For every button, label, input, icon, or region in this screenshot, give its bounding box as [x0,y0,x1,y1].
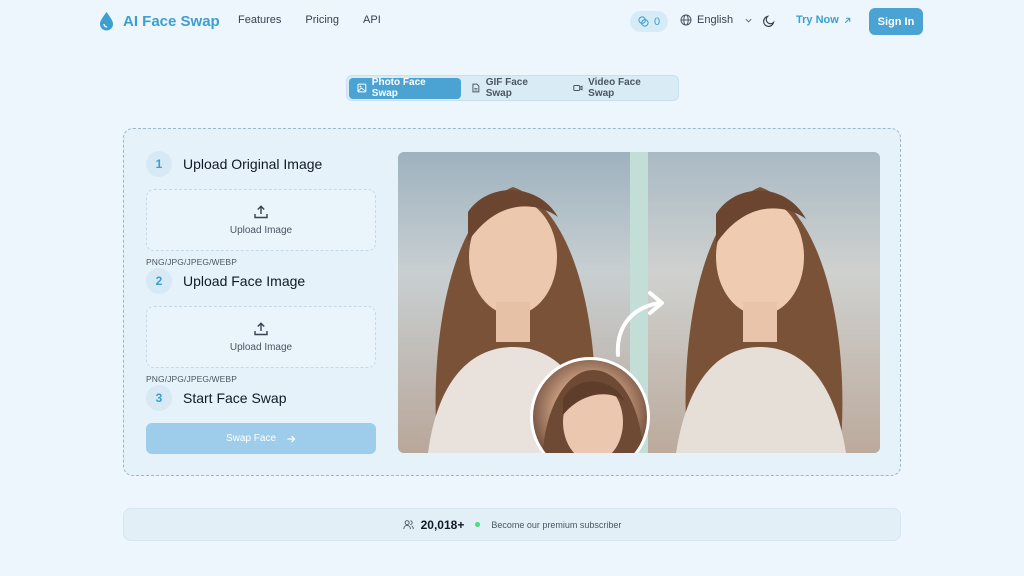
upload-original-dropzone[interactable]: Upload Image [146,189,376,251]
portrait-illustration [676,187,846,453]
example-preview-image [398,152,880,453]
moon-icon[interactable] [762,14,776,28]
swapped-photo [648,152,880,453]
main-nav: Features Pricing API [238,14,381,26]
status-dot [475,522,481,527]
brand-logo[interactable]: AI Face Swap [98,11,220,31]
upload-label: Upload Image [229,342,293,353]
step-2: 2 Upload Face Image [146,268,305,294]
arrow-right-icon [287,435,296,442]
brand-name: AI Face Swap [123,12,220,30]
globe-icon [680,14,692,26]
droplet-icon [100,12,113,31]
chevron-down-icon [745,18,752,23]
step-number: 2 [146,268,172,294]
subscriber-count: 20,018+ [420,517,465,532]
language-label: English [697,14,734,26]
face-swap-panel: 1 Upload Original Image Upload Image PNG… [123,128,901,476]
upload-icon [254,205,268,219]
format-hint: PNG/JPG/JPEG/WEBP [146,374,237,384]
upload-face-dropzone[interactable]: Upload Image [146,306,376,368]
step-1: 1 Upload Original Image [146,151,322,177]
step-title: Upload Face Image [183,273,306,289]
nav-features[interactable]: Features [238,14,281,26]
curved-arrow-icon [615,291,664,357]
nav-pricing[interactable]: Pricing [305,14,339,26]
image-icon [357,83,367,93]
tab-label: Photo Face Swap [371,77,426,99]
format-hint: PNG/JPG/JPEG/WEBP [146,257,237,267]
tab-label: Video Face Swap [588,77,641,99]
upload-label: Upload Image [229,225,293,236]
step-number: 1 [146,151,172,177]
file-icon [472,83,480,93]
step-title: Upload Original Image [183,156,323,172]
swap-face-label: Swap Face [225,433,277,444]
subscriber-banner: 20,018+ Become our premium subscriber [123,508,901,541]
try-now-label: Try Now [796,14,839,26]
nav-api[interactable]: API [363,14,381,26]
swap-mode-tabs: Photo Face Swap GIF Face Swap Video Face… [346,75,679,101]
header: AI Face Swap Features Pricing API 0 Engl… [0,0,1024,44]
tab-gif-face-swap[interactable]: GIF Face Swap [463,77,563,99]
tab-photo-face-swap[interactable]: Photo Face Swap [349,77,461,99]
sign-in-button[interactable]: Sign In [869,8,923,35]
tab-label: GIF Face Swap [485,77,528,99]
credits-badge[interactable]: 0 [630,11,669,32]
language-select[interactable]: English [680,14,753,26]
coins-icon [638,16,649,27]
try-now-link[interactable]: Try Now [796,14,852,26]
step-number: 3 [146,385,172,411]
users-icon [402,520,414,530]
upload-icon [254,322,268,336]
swap-face-button[interactable]: Swap Face [146,423,376,454]
subscriber-text[interactable]: Become our premium subscriber [491,520,621,530]
step-title: Start Face Swap [183,390,287,406]
credits-count: 0 [654,15,661,28]
step-3: 3 Start Face Swap [146,385,287,411]
tab-video-face-swap[interactable]: Video Face Swap [565,77,676,99]
video-icon [573,85,583,91]
arrow-up-right-icon [844,17,851,23]
